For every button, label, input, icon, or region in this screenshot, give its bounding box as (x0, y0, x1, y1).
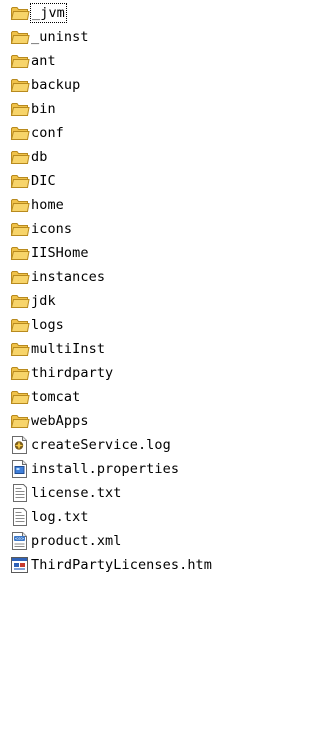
file-item[interactable]: license.txt (10, 483, 125, 503)
item-label: instances (31, 269, 106, 285)
folder-item[interactable]: icons (10, 219, 75, 239)
file-item[interactable]: <e> product.xml (10, 531, 125, 551)
folder-item[interactable]: tomcat (10, 387, 83, 407)
folder-item[interactable]: instances (10, 267, 108, 287)
folder-icon (10, 364, 30, 382)
folder-icon (10, 28, 30, 46)
item-label: IISHome (31, 245, 89, 261)
folder-icon (10, 148, 30, 166)
item-label: _uninst (31, 29, 89, 45)
folder-icon (10, 268, 30, 286)
file-item[interactable]: ThirdPartyLicenses.htm (10, 555, 215, 575)
item-label: ant (31, 53, 56, 69)
html-file-icon (10, 556, 30, 574)
folder-icon (10, 244, 30, 262)
item-label: multiInst (31, 341, 106, 357)
folder-item[interactable]: _uninst (10, 27, 92, 47)
folder-icon (10, 76, 30, 94)
folder-item[interactable]: DIC (10, 171, 59, 191)
item-label: logs (31, 317, 64, 333)
item-label: jdk (31, 293, 56, 309)
folder-icon (10, 220, 30, 238)
folder-item[interactable]: home (10, 195, 67, 215)
folder-item[interactable]: webApps (10, 411, 92, 431)
item-label: webApps (31, 413, 89, 429)
folder-item[interactable]: db (10, 147, 50, 167)
item-label: createService.log (31, 437, 171, 453)
folder-icon (10, 172, 30, 190)
file-item[interactable]: createService.log (10, 435, 174, 455)
item-label: install.properties (31, 461, 180, 477)
folder-item[interactable]: jdk (10, 291, 59, 311)
file-item[interactable]: install.properties (10, 459, 182, 479)
folder-icon (10, 52, 30, 70)
item-label: home (31, 197, 64, 213)
folder-item[interactable]: backup (10, 75, 83, 95)
folder-icon (10, 340, 30, 358)
folder-item[interactable]: logs (10, 315, 67, 335)
item-label: tomcat (31, 389, 81, 405)
folder-icon (10, 292, 30, 310)
item-label: license.txt (31, 485, 122, 501)
file-list: _jvm _uninst ant backup bin conf db DIC … (0, 0, 335, 749)
text-file-icon (10, 484, 30, 502)
item-label: db (31, 149, 48, 165)
item-label: product.xml (31, 533, 122, 549)
folder-icon (10, 316, 30, 334)
folder-icon (10, 100, 30, 118)
item-label: conf (31, 125, 64, 141)
item-label: DIC (31, 173, 56, 189)
folder-item[interactable]: conf (10, 123, 67, 143)
item-label: ThirdPartyLicenses.htm (31, 557, 213, 573)
file-item[interactable]: log.txt (10, 507, 92, 527)
item-label: backup (31, 77, 81, 93)
folder-item[interactable]: multiInst (10, 339, 108, 359)
item-label: bin (31, 101, 56, 117)
folder-item[interactable]: _jvm (10, 3, 69, 23)
folder-icon (10, 4, 30, 22)
folder-item[interactable]: thirdparty (10, 363, 116, 383)
item-label: log.txt (31, 509, 89, 525)
item-label: _jvm (30, 3, 67, 23)
log-file-icon (10, 436, 30, 454)
folder-item[interactable]: IISHome (10, 243, 92, 263)
text-file-icon (10, 508, 30, 526)
item-label: thirdparty (31, 365, 114, 381)
svg-text:<e>: <e> (15, 536, 25, 541)
folder-item[interactable]: ant (10, 51, 59, 71)
xml-file-icon: <e> (10, 532, 30, 550)
folder-icon (10, 412, 30, 430)
folder-icon (10, 388, 30, 406)
folder-icon (10, 124, 30, 142)
item-label: icons (31, 221, 73, 237)
folder-item[interactable]: bin (10, 99, 59, 119)
properties-file-icon (10, 460, 30, 478)
folder-icon (10, 196, 30, 214)
